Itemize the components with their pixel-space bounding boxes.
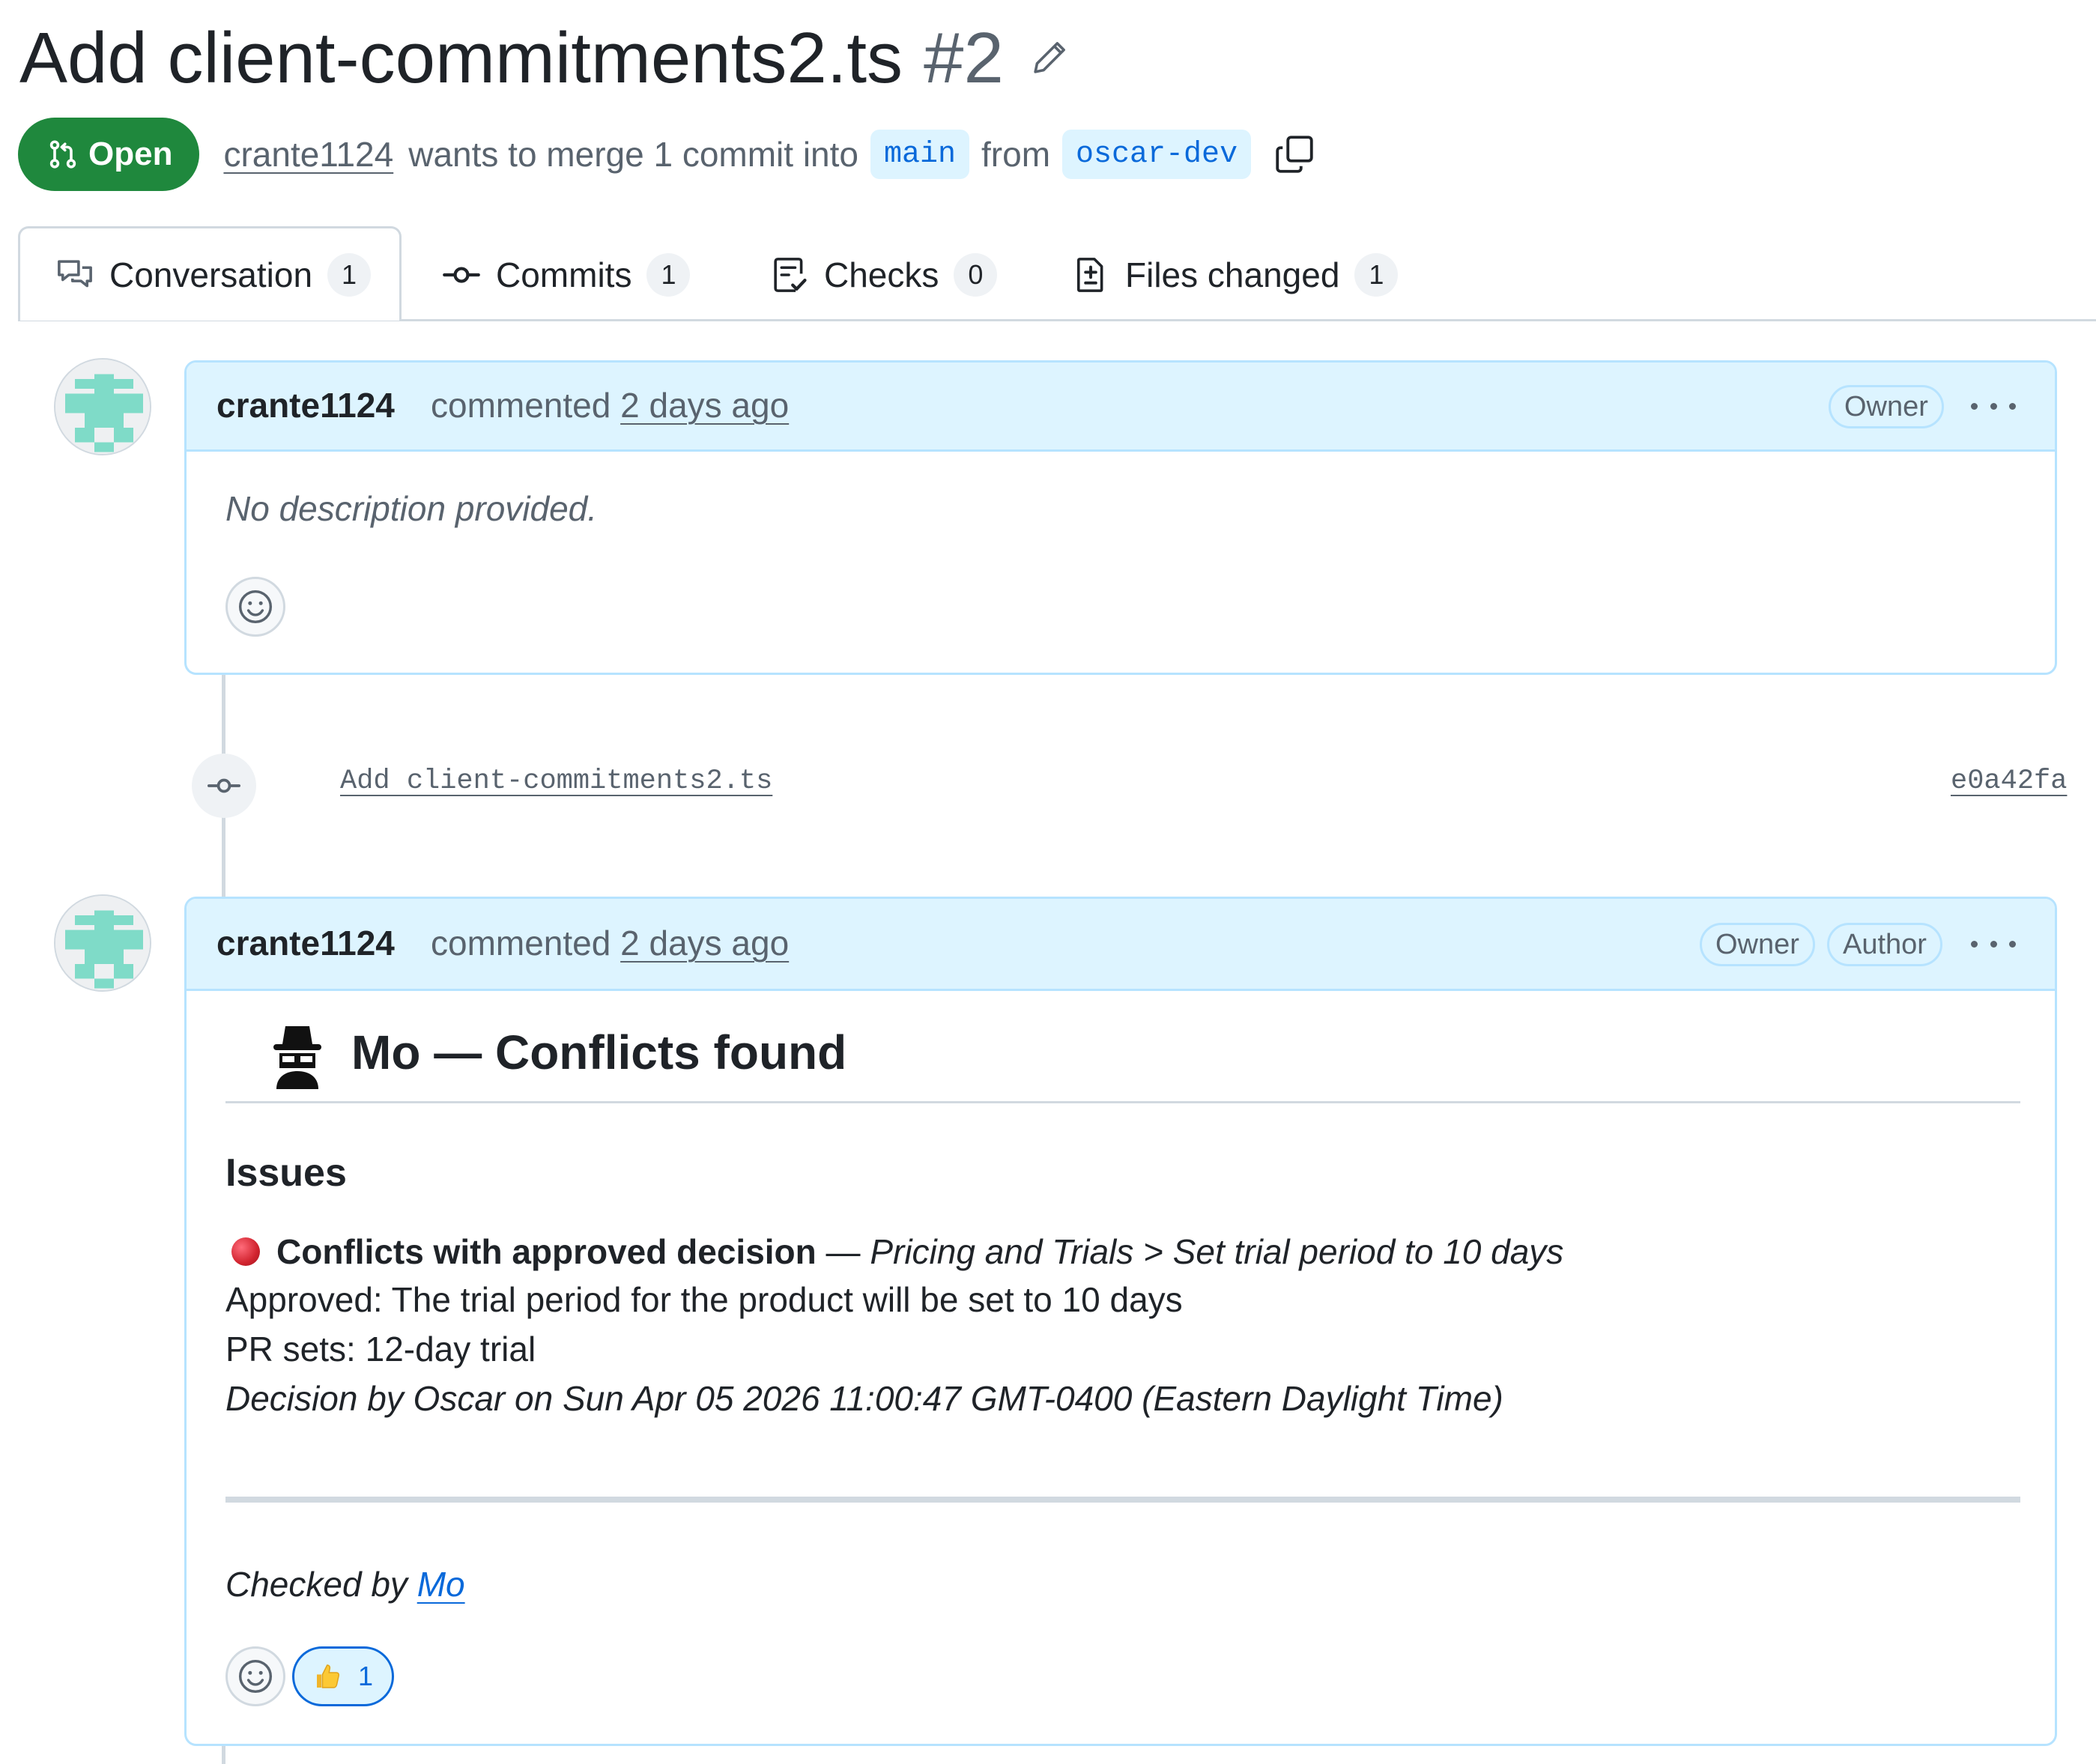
checked-by-line: Checked by Mo bbox=[225, 1564, 465, 1604]
comment-discussion-icon bbox=[55, 255, 94, 294]
pr-number: #2 bbox=[924, 18, 1004, 98]
checked-by-link[interactable]: Mo bbox=[417, 1565, 465, 1604]
smiley-icon bbox=[237, 1658, 274, 1695]
comment-header: crante1124 commented 2 days ago Owner Au… bbox=[187, 899, 2055, 991]
git-pull-request-icon bbox=[46, 138, 79, 171]
comment-action: commented bbox=[431, 924, 611, 963]
comment-timestamp[interactable]: 2 days ago bbox=[620, 386, 789, 425]
approved-line: Approved: The trial period for the produ… bbox=[225, 1280, 1183, 1319]
tab-count: 1 bbox=[327, 253, 372, 297]
comment-card: crante1124 commented 2 days ago Owner No… bbox=[184, 360, 2057, 675]
smiley-icon bbox=[237, 588, 274, 625]
decision-line: Decision by Oscar on Sun Apr 05 2026 11:… bbox=[225, 1379, 1503, 1418]
pr-meta-row: Open crante1124 wants to merge 1 commit … bbox=[18, 117, 1315, 192]
heading-divider bbox=[225, 1101, 2020, 1103]
tab-label: Checks bbox=[824, 255, 939, 294]
file-diff-icon bbox=[1071, 255, 1110, 294]
pr-title-row: Add client-commitments2.ts #2 bbox=[19, 13, 1068, 103]
kebab-menu-icon[interactable] bbox=[1971, 927, 2016, 960]
commit-sha-link[interactable]: e0a42fa bbox=[1951, 766, 2067, 797]
author-badge: Author bbox=[1827, 923, 1942, 966]
comment-author[interactable]: crante1124 bbox=[216, 385, 395, 425]
section-divider bbox=[225, 1497, 2020, 1503]
reaction-count: 1 bbox=[357, 1661, 374, 1691]
add-reaction-button[interactable] bbox=[225, 1646, 285, 1706]
state-badge: Open bbox=[18, 118, 200, 191]
thumbs-up-reaction[interactable]: 1 bbox=[292, 1646, 394, 1706]
pr-tabs: Conversation 1 Commits 1 Checks 0 Files … bbox=[18, 226, 2096, 321]
tab-label: Commits bbox=[496, 255, 632, 294]
tab-label: Conversation bbox=[109, 255, 313, 294]
owner-badge: Owner bbox=[1829, 385, 1944, 428]
avatar[interactable] bbox=[54, 358, 151, 455]
avatar[interactable] bbox=[54, 894, 151, 992]
thumbs-up-icon bbox=[313, 1661, 343, 1691]
comment-timestamp[interactable]: 2 days ago bbox=[620, 924, 789, 963]
issue-line: Conflicts with approved decision — Prici… bbox=[231, 1231, 1563, 1272]
tab-commits[interactable]: Commits 1 bbox=[442, 249, 691, 301]
kebab-menu-icon[interactable] bbox=[1971, 390, 2016, 422]
tab-count: 1 bbox=[1354, 253, 1399, 297]
copy-icon[interactable] bbox=[1273, 133, 1315, 175]
base-branch[interactable]: main bbox=[870, 130, 970, 179]
add-reaction-button[interactable] bbox=[225, 577, 285, 637]
spy-icon bbox=[267, 1023, 327, 1089]
checklist-icon bbox=[770, 255, 809, 294]
issue-title: Conflicts with approved decision bbox=[276, 1232, 817, 1271]
issues-heading: Issues bbox=[225, 1151, 347, 1195]
comment-author[interactable]: crante1124 bbox=[216, 923, 395, 963]
tab-label: Files changed bbox=[1125, 255, 1340, 294]
git-commit-icon bbox=[442, 255, 481, 294]
review-heading: Mo — Conflicts found bbox=[351, 1025, 847, 1079]
comment-meta: commented 2 days ago bbox=[431, 923, 789, 963]
owner-badge: Owner bbox=[1700, 923, 1815, 966]
state-label: Open bbox=[88, 136, 173, 172]
from-text: from bbox=[981, 135, 1051, 174]
tab-count: 1 bbox=[646, 253, 691, 297]
tab-files-changed[interactable]: Files changed 1 bbox=[1071, 249, 1399, 301]
comment-action: commented bbox=[431, 386, 611, 425]
pencil-icon[interactable] bbox=[1029, 39, 1068, 78]
commit-message-link[interactable]: Add client-commitments2.ts bbox=[340, 766, 772, 797]
merge-text: wants to merge 1 commit into bbox=[408, 135, 859, 174]
tab-conversation[interactable]: Conversation 1 bbox=[55, 249, 372, 301]
issue-path: Pricing and Trials > Set trial period to… bbox=[870, 1232, 1564, 1271]
comment-header: crante1124 commented 2 days ago Owner bbox=[187, 363, 2055, 452]
checked-by-prefix: Checked by bbox=[225, 1565, 417, 1604]
git-commit-icon bbox=[192, 754, 256, 818]
pr-sets-line: PR sets: 12-day trial bbox=[225, 1330, 536, 1369]
comment-meta: commented 2 days ago bbox=[431, 385, 789, 425]
pr-author-link[interactable]: crante1124 bbox=[223, 134, 393, 175]
red-circle-icon bbox=[231, 1237, 260, 1266]
issue-dash: — bbox=[816, 1232, 870, 1271]
comment-card: crante1124 commented 2 days ago Owner Au… bbox=[184, 897, 2057, 1746]
pr-title: Add client-commitments2.ts bbox=[19, 18, 903, 98]
tab-checks[interactable]: Checks 0 bbox=[770, 249, 998, 301]
tab-count: 0 bbox=[954, 253, 998, 297]
head-branch[interactable]: oscar-dev bbox=[1062, 130, 1252, 179]
comment-body: No description provided. bbox=[225, 489, 598, 528]
